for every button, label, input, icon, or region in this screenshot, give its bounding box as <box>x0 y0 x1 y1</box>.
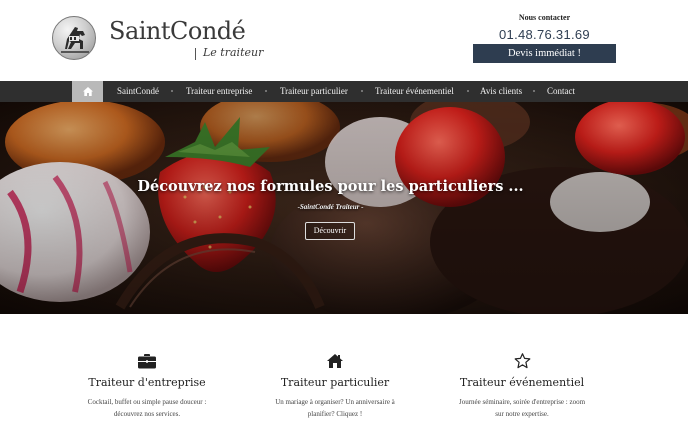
service-entreprise[interactable]: Traiteur d'entreprise Cocktail, buffet o… <box>67 352 227 420</box>
service-desc-line: planifier? Cliquez ! <box>307 410 363 418</box>
service-desc-line: Un mariage à organiser? Un anniversaire … <box>275 398 395 406</box>
nav-separator <box>467 90 469 92</box>
service-description: Un mariage à organiser? Un anniversaire … <box>255 396 415 420</box>
nav-item-particulier[interactable]: Traiteur particulier <box>280 81 348 102</box>
star-outline-icon <box>514 353 530 369</box>
site-header: SaintCondé Le traiteur Nous contacter 01… <box>0 0 688 81</box>
horse-logo-icon[interactable] <box>52 16 96 60</box>
home-icon <box>327 354 343 368</box>
hero-subtitle: -SaintCondé Traiteur - <box>297 203 364 211</box>
service-description: Cocktail, buffet ou simple pause douceur… <box>67 396 227 420</box>
nav-separator <box>171 90 173 92</box>
nav-separator <box>265 90 267 92</box>
main-nav: SaintCondé Traiteur entreprise Traiteur … <box>0 81 688 102</box>
brand-divider <box>195 48 196 60</box>
discover-button[interactable]: Découvrir <box>305 222 355 240</box>
phone-number[interactable]: 01.48.76.31.69 <box>473 27 616 42</box>
service-desc-line: Cocktail, buffet ou simple pause douceur… <box>87 398 207 406</box>
service-title[interactable]: Traiteur événementiel <box>442 376 602 389</box>
briefcase-icon <box>138 353 156 368</box>
hero-banner: Découvrez nos formules pour les particul… <box>0 102 688 314</box>
nav-item-avis[interactable]: Avis clients <box>480 81 522 102</box>
nav-item-entreprise[interactable]: Traiteur entreprise <box>186 81 252 102</box>
brand-tagline: Le traiteur <box>203 46 264 59</box>
service-title[interactable]: Traiteur d'entreprise <box>67 376 227 389</box>
quote-button[interactable]: Devis immédiat ! <box>473 44 616 63</box>
nav-item-contact[interactable]: Contact <box>547 81 575 102</box>
nav-separator <box>533 90 535 92</box>
service-desc-line: découvrez nos services. <box>113 410 181 418</box>
hero-title: Découvrez nos formules pour les particul… <box>137 178 524 195</box>
nav-item-saintconde[interactable]: SaintCondé <box>117 81 159 102</box>
nav-item-evenementiel[interactable]: Traiteur événementiel <box>375 81 454 102</box>
service-title[interactable]: Traiteur particulier <box>255 376 415 389</box>
service-desc-line: Journée séminaire, soirée d'entreprise :… <box>458 398 586 406</box>
brand-name[interactable]: SaintCondé <box>109 17 246 45</box>
service-desc-line: sur notre expertise. <box>495 410 549 418</box>
service-evenementiel[interactable]: Traiteur événementiel Journée séminaire,… <box>442 352 602 420</box>
service-description: Journée séminaire, soirée d'entreprise :… <box>442 396 602 420</box>
contact-label: Nous contacter <box>518 13 571 22</box>
service-particulier[interactable]: Traiteur particulier Un mariage à organi… <box>255 352 415 420</box>
nav-home-button[interactable] <box>72 81 103 102</box>
nav-separator <box>361 90 363 92</box>
home-icon <box>82 87 93 96</box>
